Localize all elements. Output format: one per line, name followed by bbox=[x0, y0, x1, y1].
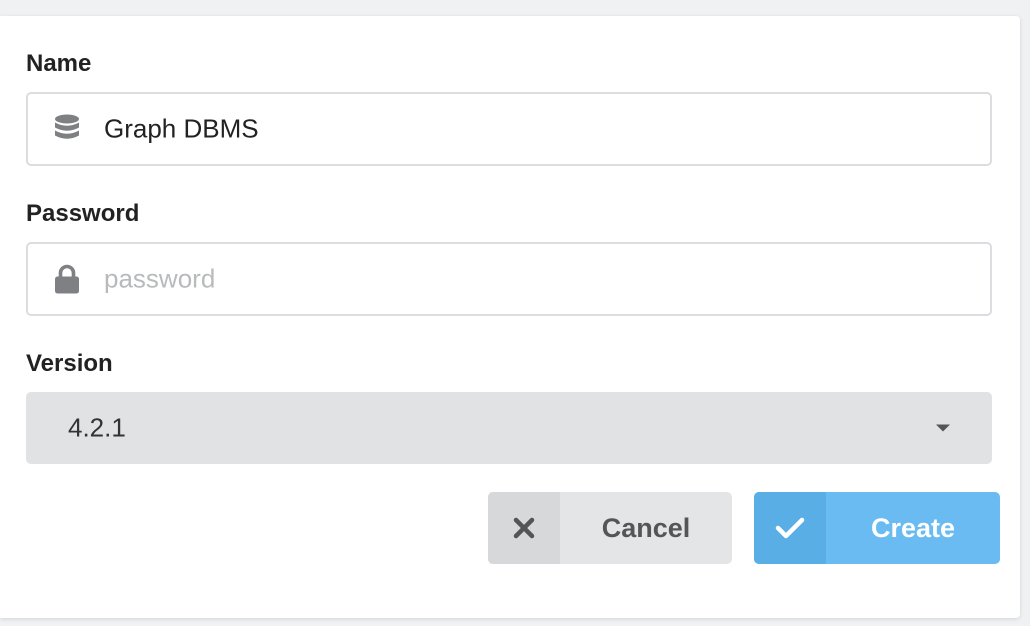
password-input[interactable] bbox=[104, 263, 964, 295]
create-dbms-form: Name Password Version 4.2.1 bbox=[0, 16, 1020, 618]
version-selected-value: 4.2.1 bbox=[68, 412, 126, 443]
database-icon bbox=[52, 112, 82, 146]
lock-icon bbox=[52, 262, 82, 296]
create-button-label: Create bbox=[870, 512, 956, 543]
check-icon bbox=[754, 492, 826, 564]
name-input[interactable] bbox=[104, 113, 964, 145]
close-icon bbox=[488, 492, 560, 564]
name-label: Name bbox=[26, 50, 92, 77]
create-button[interactable]: Create bbox=[754, 492, 1000, 564]
password-field[interactable] bbox=[26, 242, 992, 316]
version-label: Version bbox=[26, 350, 113, 377]
cancel-button-label: Cancel bbox=[601, 512, 691, 543]
name-field[interactable] bbox=[26, 92, 992, 166]
password-label: Password bbox=[26, 200, 140, 227]
version-select[interactable]: 4.2.1 bbox=[26, 392, 992, 464]
cancel-button[interactable]: Cancel bbox=[488, 492, 732, 564]
caret-down-icon bbox=[936, 424, 950, 432]
